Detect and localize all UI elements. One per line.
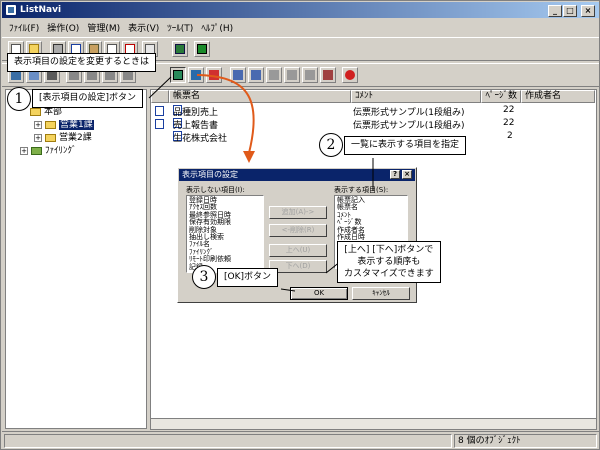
column-header-icon[interactable]	[151, 90, 169, 103]
row-type-icon	[155, 119, 164, 129]
tree-label-dept1: 営業1課	[59, 120, 94, 130]
report-name: 品種別売上	[173, 108, 219, 118]
add-button[interactable]: 追加(A)->	[269, 206, 327, 219]
menu-operation[interactable]: 操作(O)	[43, 21, 83, 34]
order-note: [上へ] [下へ]ボタンで 表示する順序も カスタマイズできます	[337, 241, 441, 283]
horizontal-scrollbar[interactable]	[150, 418, 597, 430]
expand-icon[interactable]: +	[34, 120, 42, 129]
tree-label-dept2: 営業2課	[59, 133, 92, 143]
report-comment: 伝票形式サンプル(1段組み)	[353, 108, 465, 118]
cascade-icon[interactable]	[266, 67, 282, 83]
report-pages: 2	[507, 131, 513, 141]
dialog-title: 表示項目の設定	[179, 169, 415, 181]
step3-label: [OK]ボタン	[217, 268, 279, 287]
hidden-items-label: 表示しない項目(I):	[186, 186, 245, 194]
note-top: 表示項目の設定を変更するときは	[7, 53, 157, 72]
book-icon[interactable]	[194, 41, 210, 57]
step2-label: 一覧に表示する項目を指定	[344, 136, 467, 155]
main-window: ListNavi _ □ × ﾌｧｲﾙ(F) 操作(O) 管理(M) 表示(V)…	[0, 0, 600, 450]
shown-items-label: 表示する項目(S):	[334, 186, 389, 194]
menu-bar: ﾌｧｲﾙ(F) 操作(O) 管理(M) 表示(V) ﾂｰﾙ(T) ﾍﾙﾌﾟ(H)	[2, 19, 599, 35]
report-name: 売上報告書	[173, 121, 219, 131]
list-row[interactable]: 品種別売上 伝票形式サンプル(1段組み) 22	[151, 105, 591, 118]
order-note-line1: [上へ] [下へ]ボタンで	[344, 245, 434, 255]
minimize-button[interactable]: _	[548, 5, 562, 17]
close-button[interactable]: ×	[581, 5, 595, 17]
menu-file[interactable]: ﾌｧｲﾙ(F)	[5, 21, 43, 34]
tree-icon[interactable]	[230, 67, 246, 83]
step2-number: 2	[319, 133, 343, 157]
archive-icon[interactable]	[172, 41, 188, 57]
tree-node-dept2[interactable]: + 営業2課	[34, 130, 92, 143]
layout-icon[interactable]	[248, 67, 264, 83]
export-icon[interactable]	[302, 67, 318, 83]
stop-icon[interactable]	[206, 67, 222, 83]
remove-button[interactable]: <-削除(R)	[269, 224, 327, 237]
ok-button[interactable]: OK	[290, 287, 348, 300]
tree-node-filing[interactable]: + ﾌｧｲﾘﾝｸﾞ	[20, 143, 77, 156]
step1-label: [表示項目の設定]ボタン	[32, 89, 144, 108]
folder-tree: 本部 + 営業1課 + 営業2課 + ﾌｧｲﾘﾝｸﾞ	[5, 89, 147, 429]
menu-tools[interactable]: ﾂｰﾙ(T)	[163, 21, 197, 34]
expand-icon[interactable]: +	[20, 146, 28, 155]
menu-help[interactable]: ﾍﾙﾌﾟ(H)	[197, 21, 237, 34]
title-bar: ListNavi _ □ ×	[2, 2, 599, 18]
status-cell-main	[4, 434, 452, 448]
move-up-button[interactable]: 上へ(U)	[269, 244, 327, 257]
column-header-comment[interactable]: ｺﾒﾝﾄ	[351, 90, 481, 103]
dialog-close-button[interactable]: ×	[402, 170, 412, 179]
step3-number: 3	[192, 265, 216, 289]
column-header-pages[interactable]: ﾍﾟｰｼﾞ数	[481, 90, 521, 103]
tree-node-dept1[interactable]: + 営業1課	[34, 117, 94, 130]
column-header-author[interactable]: 作成者名	[521, 90, 595, 103]
list-row[interactable]: 売上報告書 伝票形式サンプル(1段組み) 22	[151, 118, 591, 131]
tile-icon[interactable]	[284, 67, 300, 83]
status-bar: 8 個のｵﾌﾞｼﾞｪｸﾄ	[2, 431, 599, 449]
order-note-line2: 表示する順序も	[357, 257, 421, 267]
app-icon	[5, 4, 17, 16]
order-note-line3: カスタマイズできます	[344, 269, 434, 279]
report-name: 生花株式会社	[173, 134, 228, 144]
menu-manage[interactable]: 管理(M)	[83, 21, 124, 34]
status-object-count: 8 個のｵﾌﾞｼﾞｪｸﾄ	[454, 434, 597, 448]
dialog-help-button[interactable]: ?	[390, 170, 400, 179]
tree-label-filing: ﾌｧｲﾘﾝｸﾞ	[45, 146, 77, 156]
window-title: ListNavi	[20, 5, 62, 15]
folder-icon	[45, 120, 56, 129]
expand-icon[interactable]: +	[34, 133, 42, 142]
menu-view[interactable]: 表示(V)	[124, 21, 163, 34]
hidden-items-list[interactable]: 登録日時 ｱｸｾｽ回数 最終参照日時 保存有効期限 削除対象 抽出し検索 ﾌｧｲ…	[186, 195, 264, 273]
tree-label-root: 本部	[44, 107, 63, 117]
column-config-icon[interactable]	[188, 67, 204, 83]
report-pages: 22	[503, 118, 515, 128]
filing-icon	[31, 146, 42, 155]
maximize-button[interactable]: □	[563, 5, 577, 17]
folder-icon	[45, 133, 56, 142]
display-settings-icon[interactable]	[170, 67, 186, 83]
cancel-button[interactable]: ｷｬﾝｾﾙ	[352, 287, 410, 300]
report-pages: 22	[503, 105, 515, 115]
step1-number: 1	[7, 87, 31, 111]
tools-icon[interactable]	[320, 67, 336, 83]
record-icon[interactable]	[342, 67, 358, 83]
column-header-name[interactable]: 帳票名	[169, 90, 351, 103]
report-comment: 伝票形式サンプル(1段組み)	[353, 121, 465, 131]
row-type-icon	[155, 106, 164, 116]
folder-icon	[30, 107, 41, 116]
